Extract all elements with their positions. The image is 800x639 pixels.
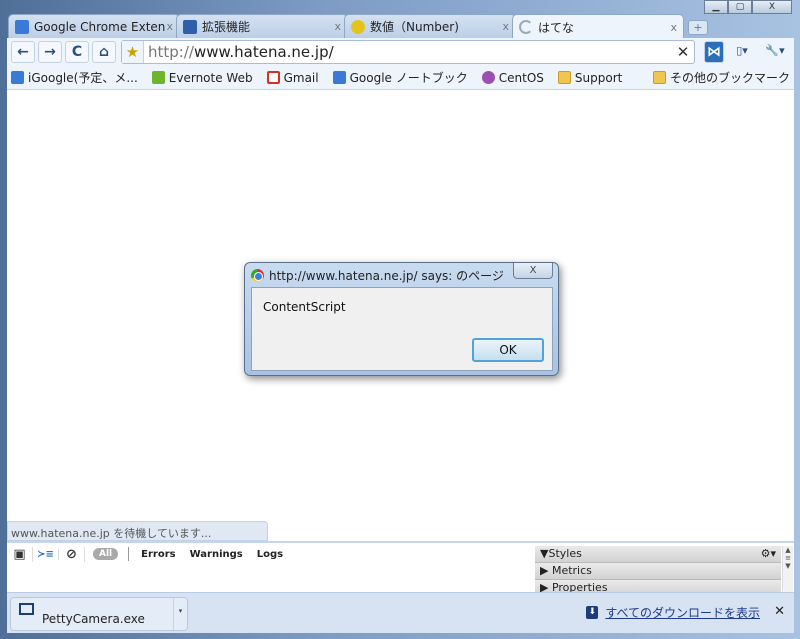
- gmail-icon: [266, 71, 280, 84]
- ok-button[interactable]: OK: [472, 338, 544, 362]
- download-item[interactable]: PettyCamera.exe ▾: [10, 597, 188, 631]
- tab-title: 数値（Number): [370, 20, 459, 34]
- filter-warnings[interactable]: Warnings: [190, 549, 243, 560]
- reload-button[interactable]: C: [65, 41, 89, 63]
- bookmark-google-notebook[interactable]: Google ノートブック: [332, 69, 468, 86]
- url-host: www.hatena.ne.jp/: [193, 43, 334, 61]
- tab-title: はてな: [538, 20, 575, 35]
- bookmark-label: Google ノートブック: [349, 71, 468, 85]
- evernote-icon: [151, 71, 165, 84]
- tab-google-chrome-extensions[interactable]: Google Chrome Exten... x: [8, 14, 180, 38]
- bookmark-label: CentOS: [498, 70, 544, 85]
- tab-extensions[interactable]: 拡張機能 x: [176, 14, 348, 38]
- browser-window: ▁ ▢ X Google Chrome Exten... x 拡張機能 x 数値（N…: [0, 0, 800, 639]
- download-icon: ⬇: [586, 606, 599, 619]
- bookmark-centos[interactable]: CentOS: [481, 70, 544, 85]
- bookmark-label: Gmail: [283, 70, 319, 85]
- dock-icon[interactable]: ▣: [7, 546, 33, 562]
- url-scheme: http://: [148, 43, 194, 61]
- bookmark-gmail[interactable]: Gmail: [266, 70, 319, 85]
- console-icon[interactable]: ≻≡: [33, 548, 59, 560]
- page-menu-button[interactable]: ▯▾: [727, 41, 757, 63]
- new-tab-button[interactable]: +: [688, 20, 708, 35]
- sidebar-scrollbar[interactable]: ▲ ≡ ▼: [782, 546, 793, 594]
- tab-close-icon[interactable]: x: [670, 21, 677, 34]
- other-bookmarks[interactable]: その他のブックマーク: [652, 69, 790, 86]
- status-bubble: www.hatena.ne.jp を待機しています...: [7, 521, 268, 541]
- star-icon[interactable]: ★: [122, 41, 144, 63]
- google-icon: [332, 71, 346, 84]
- toolbar: ← → C ⌂ ★ http://www.hatena.ne.jp/ ✕ ⋈ ▯…: [7, 38, 794, 66]
- puzzle-icon: [183, 19, 197, 34]
- tab-close-icon[interactable]: x: [334, 20, 341, 33]
- tab-close-icon[interactable]: x: [166, 20, 173, 33]
- window-controls: ▁ ▢ X: [704, 0, 792, 14]
- alert-dialog: http://www.hatena.ne.jp/ says: のページ X Co…: [244, 262, 559, 376]
- download-menu-button[interactable]: ▾: [173, 598, 187, 630]
- dialog-title: http://www.hatena.ne.jp/ says: のページ: [251, 267, 504, 284]
- dialog-message: ContentScript: [263, 300, 346, 314]
- tab-title: 拡張機能: [202, 20, 251, 34]
- devtools-sidebar: ▼Styles ⚙▾ ▶ Metrics ▶ Properties: [535, 546, 781, 597]
- maximize-button[interactable]: ▢: [728, 0, 752, 14]
- monitor-icon: [19, 603, 34, 615]
- divider: [128, 547, 130, 561]
- pane-label: ▼Styles: [540, 547, 582, 560]
- folder-icon: [652, 71, 666, 84]
- filter-errors[interactable]: Errors: [141, 549, 175, 560]
- home-button[interactable]: ⌂: [92, 41, 116, 63]
- forward-button[interactable]: →: [38, 41, 62, 63]
- chrome-icon: [251, 269, 264, 282]
- folder-icon: [557, 71, 571, 84]
- pane-styles[interactable]: ▼Styles ⚙▾: [535, 546, 781, 563]
- bookmark-label: Support: [574, 70, 623, 85]
- download-filename: PettyCamera.exe: [42, 612, 145, 626]
- bookmark-label: iGoogle(予定、メ...: [28, 71, 138, 85]
- omnibox[interactable]: ★ http://www.hatena.ne.jp/ ✕: [121, 40, 695, 64]
- tab-number[interactable]: 数値（Number) x: [344, 14, 516, 38]
- back-button[interactable]: ←: [11, 41, 35, 63]
- tab-title: Google Chrome Exten...: [34, 19, 167, 34]
- download-shelf: PettyCamera.exe ▾ ⬇ すべてのダウンロードを表示 ✕: [7, 592, 794, 633]
- filter-logs[interactable]: Logs: [257, 549, 283, 560]
- google-icon: [11, 71, 24, 84]
- centos-icon: [481, 71, 495, 84]
- bookmark-igoogle[interactable]: iGoogle(予定、メ...: [11, 69, 138, 86]
- clear-console-icon[interactable]: ⊘: [59, 546, 85, 562]
- devtools-panel: ▣ ≻≡ ⊘ All Errors Warnings Logs ▼Styles ⚙…: [7, 541, 794, 597]
- dialog-close-button[interactable]: X: [513, 263, 553, 279]
- minimize-button[interactable]: ▁: [704, 0, 728, 14]
- show-all-downloads[interactable]: ⬇ すべてのダウンロードを表示: [586, 604, 760, 621]
- bookmark-evernote[interactable]: Evernote Web: [151, 70, 253, 85]
- pane-label: ▶ Metrics: [540, 564, 592, 577]
- google-icon: [15, 19, 29, 34]
- bookmark-support[interactable]: Support: [557, 70, 623, 85]
- close-window-button[interactable]: X: [752, 0, 792, 14]
- dialog-body: ContentScript OK: [251, 287, 553, 371]
- stop-icon[interactable]: ✕: [672, 43, 694, 61]
- dialog-title-text: http://www.hatena.ne.jp/ says: のページ: [269, 269, 504, 283]
- url-field[interactable]: http://www.hatena.ne.jp/: [144, 43, 672, 61]
- other-bookmarks-label: その他のブックマーク: [669, 71, 790, 85]
- extension-button[interactable]: ⋈: [704, 41, 724, 63]
- filter-all[interactable]: All: [93, 548, 119, 560]
- face-icon: [351, 19, 365, 34]
- wrench-menu-button[interactable]: 🔧▾: [760, 41, 790, 63]
- tab-close-icon[interactable]: x: [502, 20, 509, 33]
- bookmark-label: Evernote Web: [168, 70, 253, 85]
- gear-icon[interactable]: ⚙▾: [761, 547, 776, 561]
- loading-icon: [519, 20, 533, 34]
- tab-strip: Google Chrome Exten... x 拡張機能 x 数値（Number)…: [8, 14, 708, 39]
- pane-metrics[interactable]: ▶ Metrics: [535, 563, 781, 580]
- console-toolbar: ▣ ≻≡ ⊘ All Errors Warnings Logs: [7, 543, 297, 565]
- show-all-downloads-link[interactable]: すべてのダウンロードを表示: [605, 604, 760, 621]
- bookmarks-bar: iGoogle(予定、メ... Evernote Web Gmail Googl…: [7, 66, 794, 90]
- close-download-shelf-icon[interactable]: ✕: [774, 604, 785, 619]
- tab-hatena[interactable]: はてな x: [512, 14, 684, 39]
